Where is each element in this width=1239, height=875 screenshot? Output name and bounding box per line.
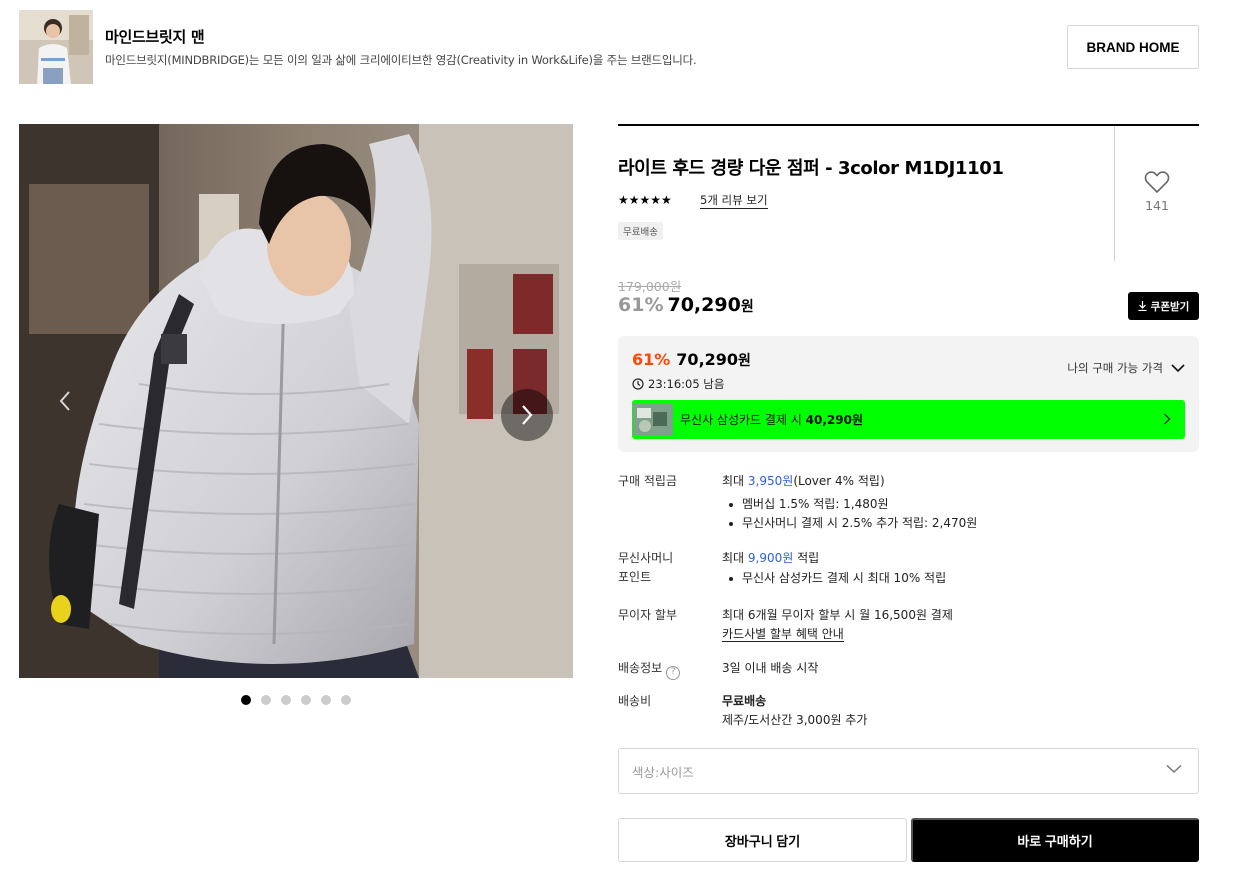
shipping-info-label: 배송정보 — [618, 661, 663, 675]
money-points-label: 무신사머니 포인트 — [618, 549, 708, 587]
product-image[interactable] — [19, 124, 573, 678]
card-promo-banner[interactable]: 무신사 삼성카드 결제 시 40,290원 — [632, 400, 1185, 439]
money-points-prefix: 최대 — [722, 551, 748, 565]
gallery-dot[interactable] — [301, 695, 311, 705]
like-button[interactable]: 141 — [1115, 126, 1199, 261]
gallery-pagination — [241, 695, 351, 705]
title-block: 라이트 후드 경량 다운 점퍼 - 3color M1DJ1101 ★★★★★ … — [618, 124, 1199, 261]
brand-home-button[interactable]: BRAND HOME — [1067, 25, 1199, 69]
original-price: 179,000원 — [618, 279, 682, 294]
points-max-suffix: (Lover 4% 적립) — [793, 474, 885, 488]
gallery-prev-button[interactable] — [53, 389, 77, 413]
chevron-down-icon — [1166, 764, 1182, 774]
card-promo-text: 무신사 삼성카드 결제 시 40,290원 — [680, 411, 863, 428]
product-title: 라이트 후드 경량 다운 점퍼 - 3color M1DJ1101 — [618, 158, 1004, 179]
product-info-panel: 라이트 후드 경량 다운 점퍼 - 3color M1DJ1101 ★★★★★ … — [618, 124, 1199, 727]
heart-icon — [1144, 171, 1170, 194]
money-points-suffix: 적립 — [793, 551, 820, 565]
coupon-button[interactable]: 쿠폰받기 — [1128, 292, 1199, 320]
list-item: 무신사 삼성카드 결제 시 최대 10% 적립 — [722, 569, 946, 588]
help-icon[interactable]: ? — [666, 665, 681, 680]
best-price-line: 61% 70,290 원 — [632, 350, 751, 370]
like-count: 141 — [1145, 198, 1169, 213]
coupon-button-label: 쿠폰받기 — [1150, 300, 1190, 313]
installment-link[interactable]: 카드사별 할부 혜택 안내 — [722, 627, 844, 642]
points-max-amount: 3,950원 — [747, 474, 794, 488]
points-label: 구매 적립금 — [618, 474, 678, 488]
best-discount-percent: 61% — [632, 350, 671, 369]
free-shipping-badge: 무료배송 — [618, 222, 663, 240]
money-points-label-line1: 무신사머니 — [618, 551, 674, 565]
my-price-toggle[interactable]: 나의 구매 가능 가격 — [1067, 360, 1185, 376]
download-icon — [1138, 301, 1147, 311]
money-points-body: 최대 9,900원 적립 무신사 삼성카드 결제 시 최대 10% 적립 — [722, 549, 946, 588]
card-promo-prefix: 무신사 삼성카드 결제 시 — [680, 413, 806, 427]
gallery-dot[interactable] — [321, 695, 331, 705]
countdown-timer: 23:16:05 남음 — [632, 376, 724, 392]
card-promo-price: 40,290원 — [805, 413, 864, 427]
option-select[interactable]: 색상:사이즈 — [618, 748, 1199, 794]
best-price: 70,290 — [676, 350, 739, 369]
gallery-next-button[interactable] — [501, 389, 553, 441]
list-item: 무신사머니 결제 시 2.5% 추가 적립: 2,470원 — [722, 514, 977, 533]
points-body: 최대 3,950원(Lover 4% 적립) 멤버십 1.5% 적립: 1,48… — [722, 472, 977, 533]
shipping-fee-value: 무료배송 — [722, 694, 767, 708]
best-price-box: 61% 70,290 원 23:16:05 남음 나의 구매 가능 가격 무신사… — [618, 336, 1199, 452]
shipping-fee-label: 배송비 — [618, 694, 652, 708]
currency-unit: 원 — [740, 299, 754, 315]
shipping-info-label-wrap: 배송정보? — [618, 659, 708, 680]
brand-name[interactable]: 마인드브릿지 맨 — [105, 26, 205, 47]
add-to-cart-button[interactable]: 장바구니 담기 — [618, 818, 907, 862]
list-item: 멤버십 1.5% 적립: 1,480원 — [722, 495, 977, 514]
brand-header: 마인드브릿지 맨 마인드브릿지(MINDBRIDGE)는 모든 이의 일과 삶에… — [19, 10, 1199, 84]
sale-price: 70,290 — [667, 294, 741, 316]
gallery-dot[interactable] — [281, 695, 291, 705]
shipping-fee-note: 제주/도서산간 3,000원 추가 — [722, 713, 868, 727]
points-max-prefix: 최대 — [722, 474, 748, 488]
best-currency-unit: 원 — [738, 353, 751, 369]
money-points-amount: 9,900원 — [747, 551, 794, 565]
gallery-dot[interactable] — [241, 695, 251, 705]
option-select-placeholder: 색상:사이즈 — [632, 764, 694, 780]
chevron-down-icon — [1171, 363, 1185, 372]
review-link[interactable]: 5개 리뷰 보기 — [700, 193, 768, 209]
brand-thumbnail[interactable] — [19, 10, 93, 84]
clock-icon — [632, 378, 644, 390]
rating-stars: ★★★★★ — [618, 193, 672, 207]
card-promo-thumbnail — [633, 404, 673, 435]
buy-now-button[interactable]: 바로 구매하기 — [911, 818, 1199, 862]
money-points-label-line2: 포인트 — [618, 570, 652, 584]
discount-percent: 61% — [618, 294, 664, 316]
timer-text: 23:16:05 남음 — [648, 377, 725, 391]
installment-text: 최대 6개월 무이자 할부 시 월 16,500원 결제 — [722, 608, 953, 622]
shipping-info-value: 3일 이내 배송 시작 — [722, 661, 819, 675]
chevron-right-icon — [522, 405, 533, 425]
gallery-dot[interactable] — [341, 695, 351, 705]
shipping-fee-body: 무료배송 제주/도서산간 3,000원 추가 — [722, 692, 867, 730]
chevron-left-icon — [59, 391, 70, 411]
chevron-right-icon — [1164, 413, 1171, 425]
gallery-dot[interactable] — [261, 695, 271, 705]
brand-description: 마인드브릿지(MINDBRIDGE)는 모든 이의 일과 삶에 크리에이티브한 … — [105, 53, 697, 67]
my-price-label: 나의 구매 가능 가격 — [1067, 361, 1163, 375]
installment-label: 무이자 할부 — [618, 608, 678, 622]
installment-body: 최대 6개월 무이자 할부 시 월 16,500원 결제 카드사별 할부 혜택 … — [722, 606, 953, 644]
sale-price-line: 61% 70,290 원 — [618, 294, 754, 316]
